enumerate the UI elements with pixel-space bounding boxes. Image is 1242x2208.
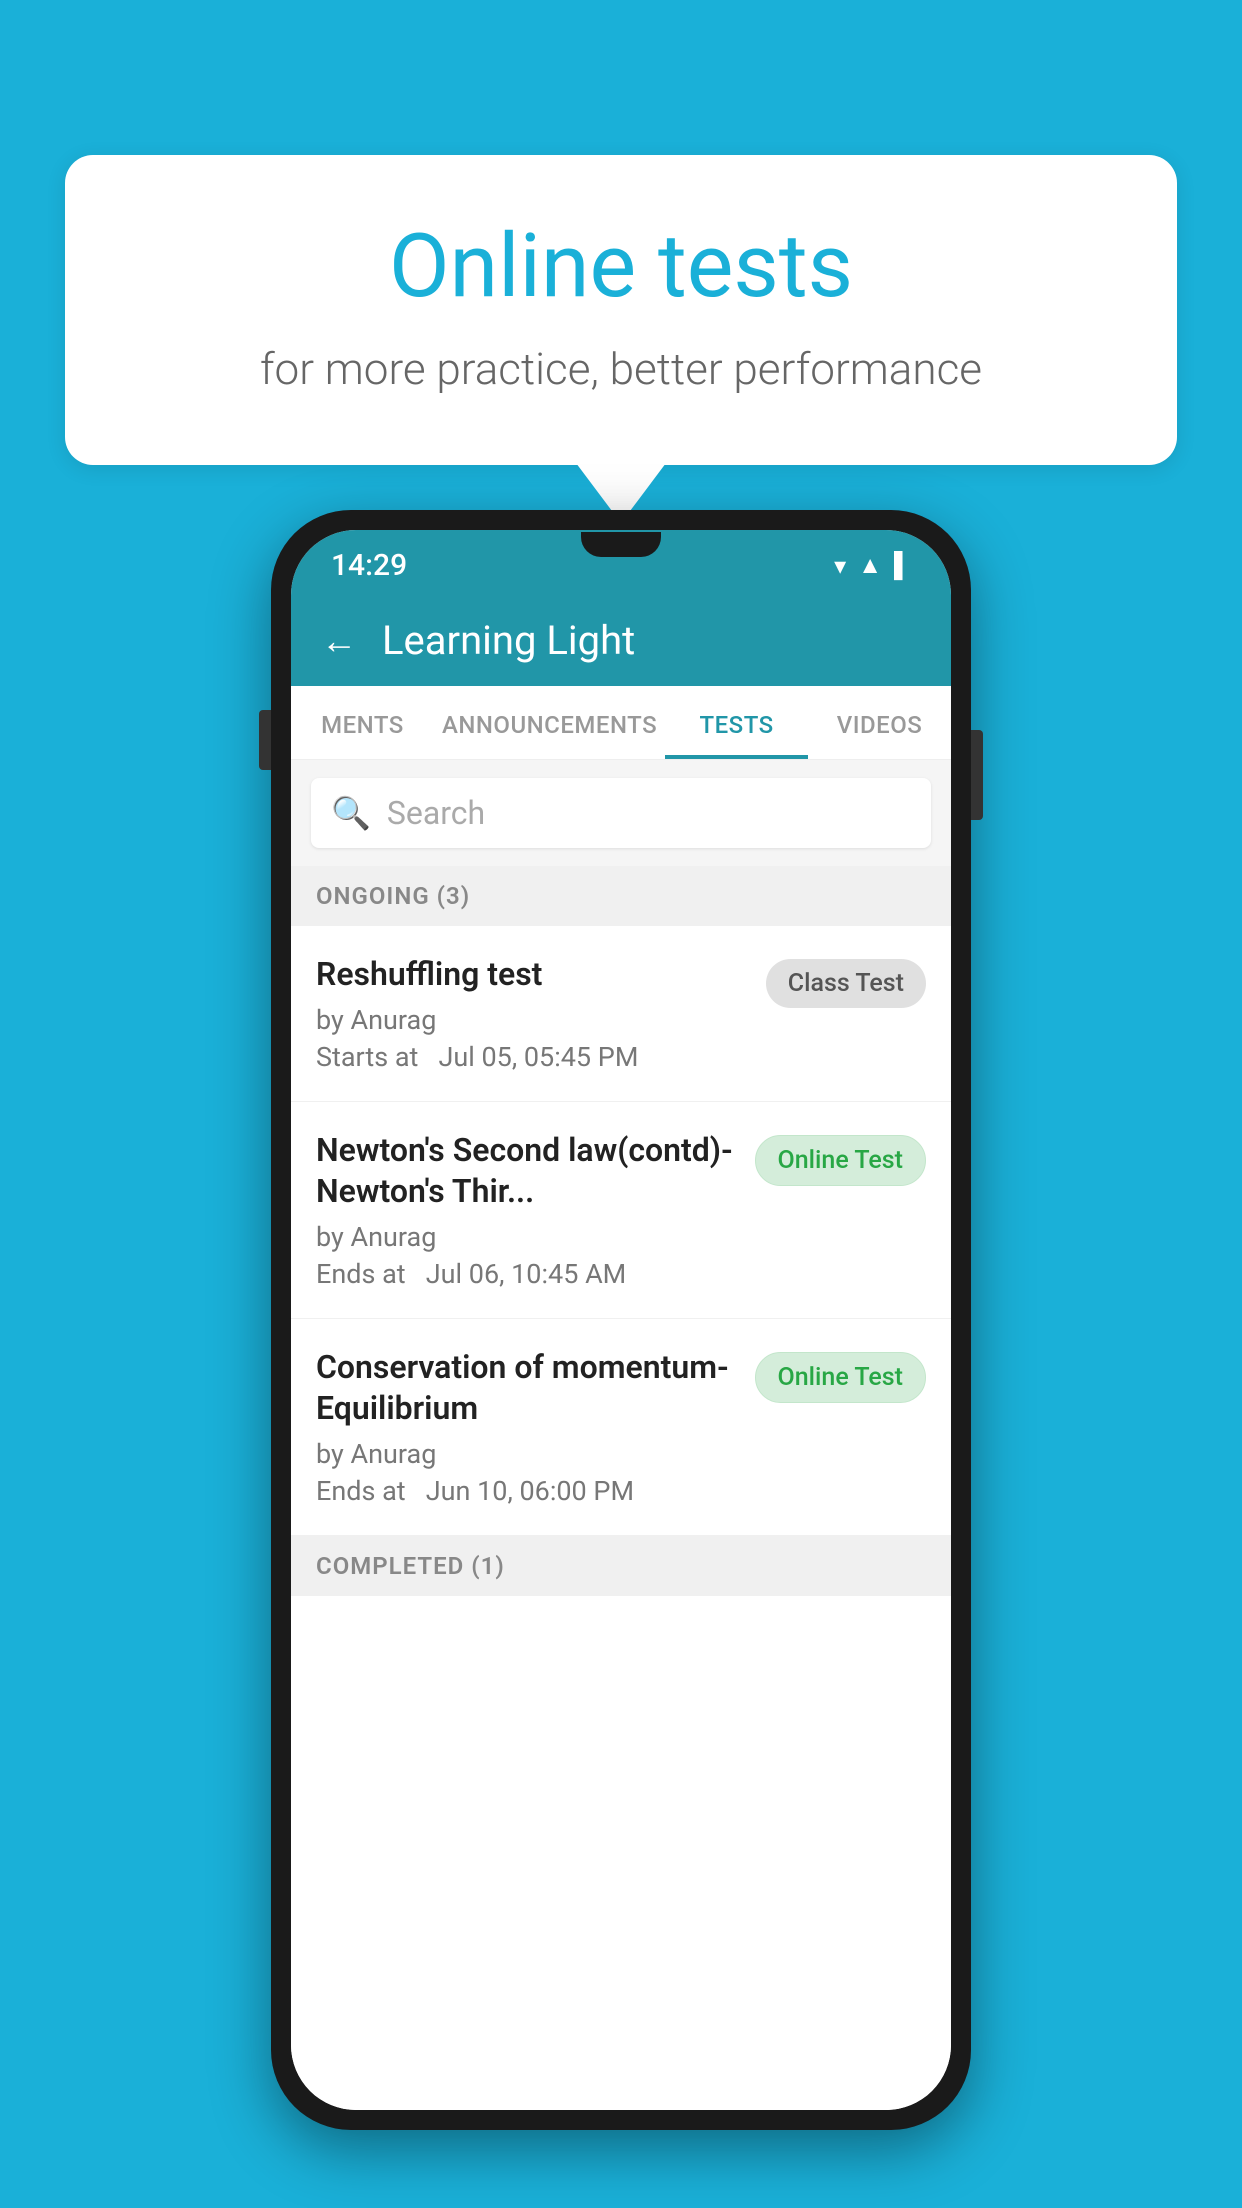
test-by-1: by Anurag (316, 1004, 746, 1036)
test-name-3: Conservation of momentum-Equilibrium (316, 1347, 735, 1430)
search-box[interactable]: 🔍 Search (311, 778, 931, 848)
test-date-2: Ends at Jul 06, 10:45 AM (316, 1258, 735, 1290)
phone-wrapper: 14:29 ▾ ▲ ▌ ← Learning Light MENTS ANNOU… (271, 510, 971, 2130)
search-icon: 🔍 (331, 794, 371, 832)
tab-bar: MENTS ANNOUNCEMENTS TESTS VIDEOS (291, 686, 951, 760)
test-date-1: Starts at Jul 05, 05:45 PM (316, 1041, 746, 1073)
test-by-2: by Anurag (316, 1221, 735, 1253)
tab-announcements[interactable]: ANNOUNCEMENTS (434, 686, 665, 759)
search-placeholder: Search (387, 794, 485, 832)
test-info-3: Conservation of momentum-Equilibrium by … (316, 1347, 755, 1507)
test-item-1[interactable]: Reshuffling test by Anurag Starts at Jul… (291, 926, 951, 1102)
phone-notch (581, 532, 661, 557)
battery-icon: ▌ (894, 551, 911, 580)
app-bar: ← Learning Light (291, 595, 951, 686)
tab-videos[interactable]: VIDEOS (808, 686, 951, 759)
back-button[interactable]: ← (321, 620, 357, 662)
test-date-value-3: Jun 10, 06:00 PM (426, 1475, 634, 1507)
test-list: Reshuffling test by Anurag Starts at Jul… (291, 926, 951, 2110)
app-bar-title: Learning Light (382, 617, 635, 664)
test-info-1: Reshuffling test by Anurag Starts at Jul… (316, 954, 766, 1073)
ongoing-section-label: ONGOING (3) (291, 866, 951, 926)
search-container: 🔍 Search (291, 760, 951, 866)
test-name-1: Reshuffling test (316, 954, 746, 996)
test-item-3[interactable]: Conservation of momentum-Equilibrium by … (291, 1319, 951, 1536)
completed-section-label: COMPLETED (1) (291, 1536, 951, 1596)
phone-screen: 14:29 ▾ ▲ ▌ ← Learning Light MENTS ANNOU… (291, 530, 951, 2110)
test-date-3: Ends at Jun 10, 06:00 PM (316, 1475, 735, 1507)
bubble-title: Online tests (145, 215, 1097, 318)
test-date-label-2: Ends at (316, 1258, 406, 1290)
speech-bubble: Online tests for more practice, better p… (65, 155, 1177, 465)
test-by-3: by Anurag (316, 1438, 735, 1470)
test-name-2: Newton's Second law(contd)-Newton's Thir… (316, 1130, 735, 1213)
signal-icon: ▲ (858, 551, 882, 580)
status-icons: ▾ ▲ ▌ (834, 551, 911, 580)
test-badge-3: Online Test (755, 1352, 926, 1403)
test-info-2: Newton's Second law(contd)-Newton's Thir… (316, 1130, 755, 1290)
test-date-label-3: Ends at (316, 1475, 406, 1507)
bubble-subtitle: for more practice, better performance (145, 343, 1097, 395)
test-date-label-1: Starts at (316, 1041, 418, 1073)
tab-ments[interactable]: MENTS (291, 686, 434, 759)
tab-tests[interactable]: TESTS (665, 686, 808, 759)
test-date-value-2: Jul 06, 10:45 AM (426, 1258, 627, 1290)
test-badge-2: Online Test (755, 1135, 926, 1186)
test-badge-1: Class Test (766, 959, 926, 1008)
phone-frame: 14:29 ▾ ▲ ▌ ← Learning Light MENTS ANNOU… (271, 510, 971, 2130)
test-date-value-1: Jul 05, 05:45 PM (438, 1041, 638, 1073)
wifi-icon: ▾ (834, 552, 846, 580)
speech-bubble-section: Online tests for more practice, better p… (65, 155, 1177, 523)
status-time: 14:29 (331, 548, 407, 583)
test-item-2[interactable]: Newton's Second law(contd)-Newton's Thir… (291, 1102, 951, 1319)
